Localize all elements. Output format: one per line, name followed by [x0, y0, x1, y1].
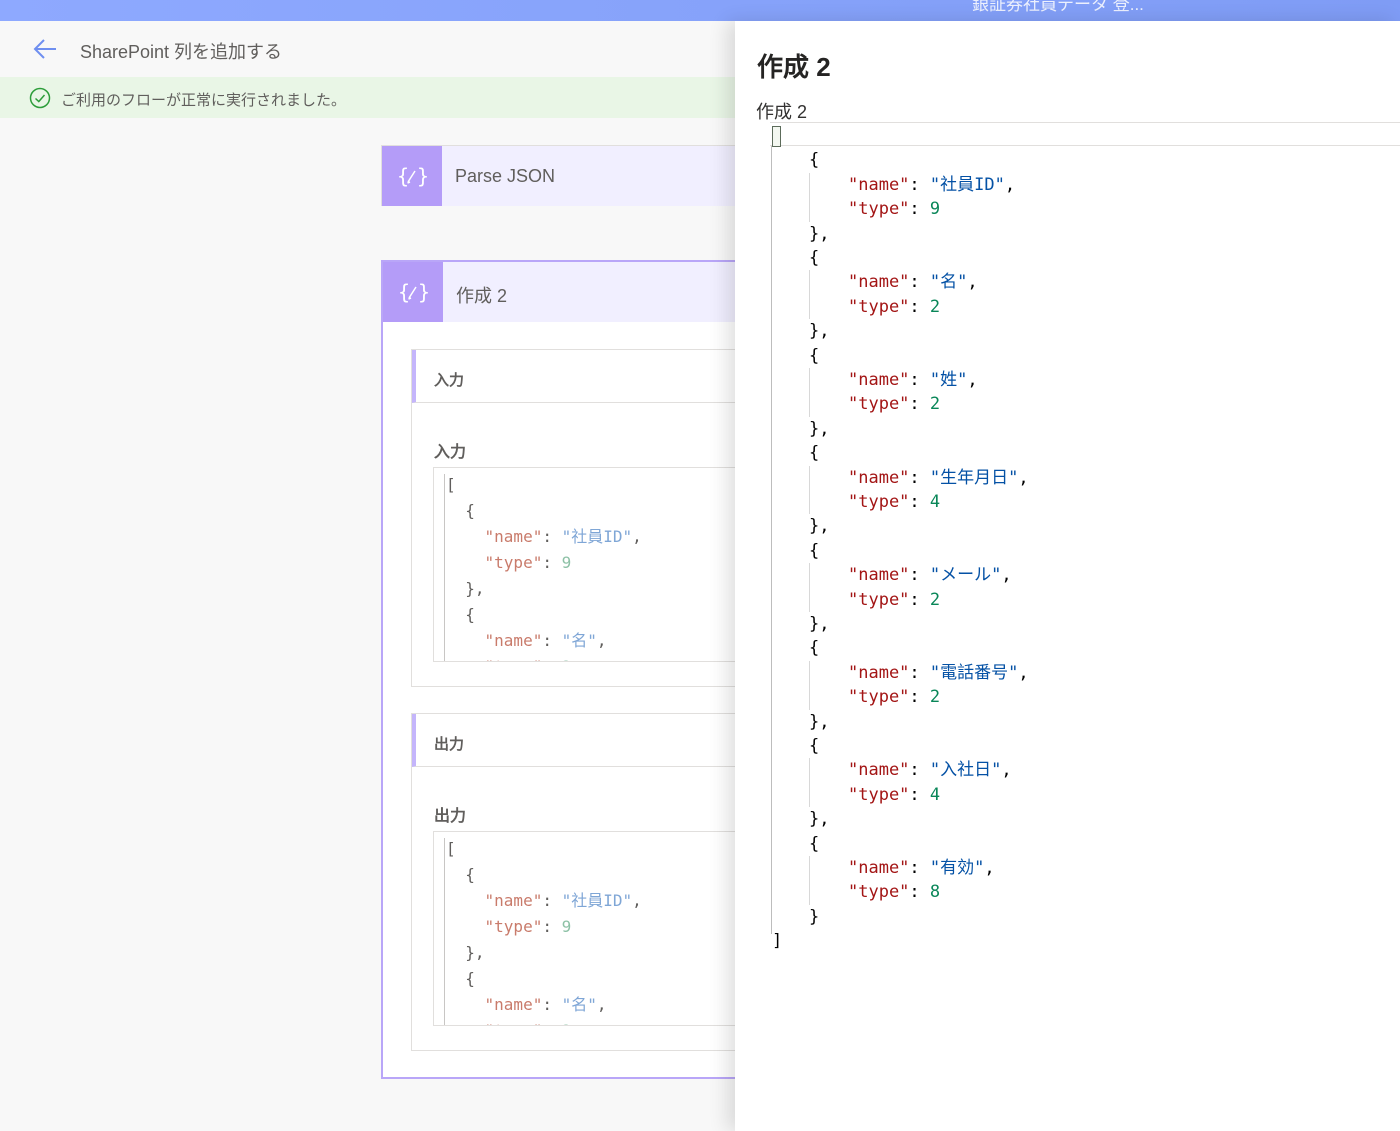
compose-braces-icon: { }	[397, 164, 429, 188]
indent-guide	[809, 172, 810, 222]
json-line: },	[809, 321, 830, 342]
inputs-code-box[interactable]: [ { "name": "社員ID", "type": 9 }, { "name…	[433, 467, 753, 662]
inputs-section: 入力 入力 [ { "name": "社員ID", "type": 9 }, {…	[411, 349, 753, 687]
json-line: {	[809, 150, 820, 171]
indent-guide	[809, 856, 810, 905]
json-line: },	[809, 223, 830, 244]
compose-action-card[interactable]: { } 作成 2 入力 入力 [ { "name": "社員ID", "type…	[381, 260, 753, 1079]
inputs-label: 入力	[434, 444, 467, 461]
outputs-code: [ { "name": "社員ID", "type": 9 }, { "name…	[446, 839, 642, 1025]
json-line: "type": 4	[848, 784, 941, 805]
indent-guide	[809, 758, 810, 808]
json-line: }	[809, 906, 820, 927]
json-line: "type": 2	[848, 296, 941, 317]
svg-text:}: }	[418, 280, 430, 304]
json-line: "type": 2	[848, 589, 941, 610]
json-line: },	[809, 809, 830, 830]
json-line: {	[809, 443, 820, 464]
indent-guide	[809, 660, 810, 710]
json-line: ]	[772, 931, 783, 952]
editor-current-line	[770, 122, 1400, 146]
parse-json-action-card[interactable]: { } Parse JSON	[381, 145, 741, 206]
top-banner-text: 銀証券社員テータ 登...	[972, 0, 1144, 14]
json-line: "name": "社員ID",	[848, 174, 1016, 195]
json-line: "type": 8	[848, 882, 941, 903]
top-banner: 銀証券社員テータ 登...	[0, 0, 1400, 21]
json-line: "name": "有効",	[848, 858, 995, 878]
inputs-section-header[interactable]: 入力	[412, 350, 750, 403]
json-line	[772, 124, 782, 148]
json-line: },	[809, 711, 830, 732]
json-line: {	[809, 736, 820, 756]
svg-text:}: }	[417, 164, 429, 188]
json-line: "name": "入社日",	[848, 760, 1012, 781]
success-message-bar: ご利用のフローが正常に実行されました。	[0, 77, 735, 118]
code-guide	[444, 474, 445, 661]
success-message: ご利用のフローが正常に実行されました。	[61, 92, 347, 109]
indent-guide	[809, 368, 810, 417]
json-line: "type": 4	[848, 492, 941, 512]
json-line: "name": "電話番号",	[848, 662, 1029, 683]
json-line: },	[809, 614, 830, 634]
outputs-section: 出力 出力 [ { "name": "社員ID", "type": 9 }, {…	[411, 713, 753, 1051]
arrow-left-icon	[33, 39, 56, 59]
json-line: {	[809, 345, 820, 366]
indent-guide	[809, 563, 810, 612]
inputs-section-title: 入力	[434, 372, 465, 389]
code-guide	[444, 838, 445, 1025]
indent-guide	[809, 270, 810, 320]
back-button[interactable]	[30, 36, 60, 62]
outputs-label: 出力	[434, 808, 467, 825]
json-editor[interactable]: { "name": "社員ID", "type": 9}, { "name": "名",…	[770, 122, 1400, 972]
page-header: SharePoint 列を追加する	[0, 21, 735, 77]
json-line: },	[809, 516, 830, 537]
page-title: SharePoint 列を追加する	[80, 42, 283, 62]
json-line: "name": "メール",	[848, 565, 1012, 586]
json-line: {	[809, 833, 820, 854]
json-line: "type": 9	[848, 199, 941, 220]
action-title: 作成 2	[456, 286, 508, 306]
json-line: "type": 2	[848, 394, 941, 415]
indent-guide	[809, 465, 810, 515]
action-icon-box: { }	[382, 146, 442, 206]
json-line: "name": "名",	[848, 272, 978, 293]
json-line: "name": "姓",	[848, 370, 978, 390]
inputs-code: [ { "name": "社員ID", "type": 9 }, { "name…	[446, 475, 642, 661]
outputs-code-box[interactable]: [ { "name": "社員ID", "type": 9 }, { "name…	[433, 831, 753, 1026]
action-icon-box: { }	[383, 262, 443, 322]
panel-subtitle: 作成 2	[756, 102, 808, 122]
json-line: {	[809, 540, 820, 561]
json-line: {	[809, 248, 820, 268]
action-title: Parse JSON	[455, 166, 556, 186]
json-line: "name": "生年月日",	[848, 467, 1029, 488]
svg-text:{: {	[398, 280, 410, 304]
json-line: {	[809, 638, 820, 659]
check-circle-icon	[29, 87, 51, 109]
json-line: "type": 2	[848, 687, 941, 708]
outputs-section-header[interactable]: 出力	[412, 714, 750, 767]
panel-title: 作成 2	[757, 52, 831, 82]
details-panel: 作成 2 作成 2 { "name": "社員ID", "type": 9}, { "n…	[735, 21, 1400, 1131]
svg-text:{: {	[397, 164, 409, 188]
outputs-section-title: 出力	[434, 736, 465, 753]
json-line: },	[809, 418, 830, 439]
indent-guide	[771, 146, 772, 934]
compose-braces-icon: { }	[398, 280, 430, 304]
